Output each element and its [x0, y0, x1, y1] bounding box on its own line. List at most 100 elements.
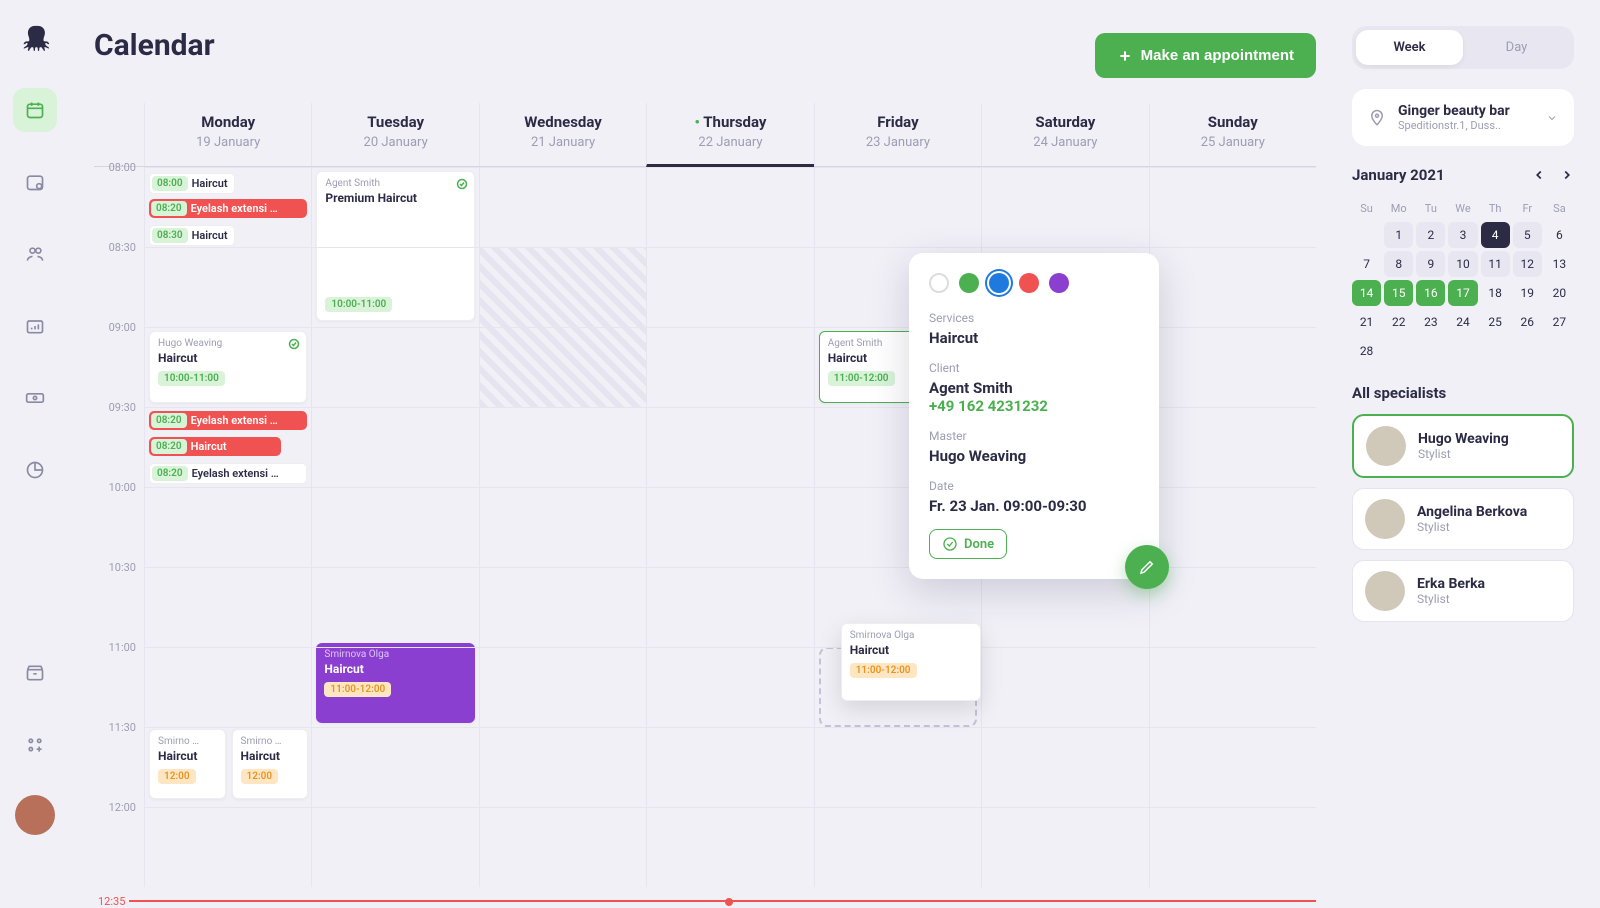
event-card[interactable]: Hugo Weaving Haircut 10:00-11:00	[149, 331, 307, 403]
event-card[interactable]: Agent Smith Premium Haircut 10:00-11:00	[316, 171, 474, 321]
mini-day[interactable]: 8	[1384, 251, 1413, 277]
chevron-right-icon[interactable]	[1560, 168, 1574, 182]
client-phone[interactable]: +49 162 4231232	[929, 397, 1139, 415]
nav-reports[interactable]	[13, 304, 57, 348]
color-green[interactable]	[959, 273, 979, 293]
mini-day[interactable]: 1	[1384, 222, 1413, 248]
mini-day[interactable]: 2	[1416, 222, 1445, 248]
mini-cal-title: January 2021	[1352, 166, 1445, 184]
mini-day[interactable]: 28	[1352, 338, 1381, 364]
event-card-dragging[interactable]: Smirnova Olga Haircut 11:00-12:00	[841, 623, 981, 701]
day-head-3[interactable]: Thursday 22 January	[646, 103, 813, 167]
mini-day[interactable]: 27	[1545, 309, 1574, 335]
user-avatar[interactable]	[15, 795, 55, 835]
nav-appointments[interactable]	[13, 160, 57, 204]
event-chip[interactable]: 08:20Haircut	[149, 437, 281, 456]
day-head-2[interactable]: Wednesday 21 January	[479, 103, 646, 166]
nav-apps[interactable]	[13, 723, 57, 767]
location-card[interactable]: Ginger beauty bar Speditionstr.1, Duss..	[1352, 89, 1574, 146]
day-head-5[interactable]: Saturday 24 January	[981, 103, 1148, 166]
event-card[interactable]: Smirno …Haircut12:00	[232, 729, 309, 799]
mini-day[interactable]: 17	[1448, 280, 1477, 306]
edit-fab[interactable]	[1125, 545, 1169, 589]
mini-day[interactable]: 9	[1416, 251, 1445, 277]
nav-finance[interactable]	[13, 376, 57, 420]
time-label: 11:30	[94, 721, 144, 801]
master-value: Hugo Weaving	[929, 447, 1139, 465]
date-label: Date	[929, 479, 1139, 493]
mini-day[interactable]: 21	[1352, 309, 1381, 335]
make-appointment-button[interactable]: Make an appointment	[1095, 33, 1316, 78]
chevron-left-icon[interactable]	[1532, 168, 1546, 182]
mini-day[interactable]: 7	[1352, 251, 1381, 277]
event-card[interactable]: Smirnova Olga Haircut 11:00-12:00	[316, 643, 474, 723]
event-chip[interactable]: 08:20Eyelash extensi …	[149, 411, 307, 430]
mini-day[interactable]: 6	[1545, 222, 1574, 248]
avatar	[1366, 426, 1406, 466]
nav-archive[interactable]	[13, 651, 57, 695]
event-card[interactable]: Smirno …Haircut12:00	[149, 729, 226, 799]
check-icon	[456, 178, 468, 190]
done-badge: Done	[929, 529, 1007, 559]
now-time-label: 12:35	[94, 895, 129, 908]
avatar	[1365, 499, 1405, 539]
mini-day[interactable]: 19	[1513, 280, 1542, 306]
mini-day[interactable]: 20	[1545, 280, 1574, 306]
specialist-card[interactable]: Angelina BerkovaStylist	[1352, 488, 1574, 550]
mini-day[interactable]: 3	[1448, 222, 1477, 248]
mini-day[interactable]: 10	[1448, 251, 1477, 277]
mini-day[interactable]: 11	[1481, 251, 1510, 277]
avatar	[1365, 571, 1405, 611]
mini-day[interactable]: 25	[1481, 309, 1510, 335]
event-chip[interactable]: 08:20Eyelash extensi …	[149, 463, 307, 484]
nav-analytics[interactable]	[13, 448, 57, 492]
master-label: Master	[929, 429, 1139, 443]
sidebar-nav	[0, 0, 70, 855]
mini-day[interactable]: 12	[1513, 251, 1542, 277]
event-chip[interactable]: 08:00Haircut	[149, 173, 235, 194]
mini-day[interactable]: 15	[1384, 280, 1413, 306]
mini-dow: Fr	[1513, 198, 1542, 219]
client-value: Agent Smith	[929, 379, 1139, 397]
mini-dow: Mo	[1384, 198, 1413, 219]
color-blue[interactable]	[989, 273, 1009, 293]
specialist-card[interactable]: Erka BerkaStylist	[1352, 560, 1574, 622]
mini-day[interactable]: 4	[1481, 222, 1510, 248]
chevron-down-icon	[1546, 112, 1558, 124]
mini-day[interactable]: 24	[1448, 309, 1477, 335]
time-label: 09:00	[94, 321, 144, 401]
date-value: Fr. 23 Jan. 09:00-09:30	[929, 497, 1139, 515]
color-picker	[929, 273, 1139, 293]
color-purple[interactable]	[1049, 273, 1069, 293]
mini-day[interactable]: 16	[1416, 280, 1445, 306]
appointment-popover: Services Haircut Client Agent Smith +49 …	[909, 253, 1159, 579]
specialist-card[interactable]: Hugo WeavingStylist	[1352, 414, 1574, 478]
color-white[interactable]	[929, 273, 949, 293]
event-chip[interactable]: 08:20Eyelash extensi …	[149, 199, 307, 218]
time-label: 08:00	[94, 161, 144, 241]
mini-day[interactable]: 26	[1513, 309, 1542, 335]
day-head-0[interactable]: Monday 19 January	[144, 103, 311, 166]
calendar-grid: Monday 19 January Tuesday 20 January Wed…	[94, 103, 1316, 887]
color-red[interactable]	[1019, 273, 1039, 293]
event-chip[interactable]: 08:30Haircut	[149, 225, 235, 246]
view-day[interactable]: Day	[1463, 30, 1570, 65]
nav-clients[interactable]	[13, 232, 57, 276]
mini-day[interactable]: 13	[1545, 251, 1574, 277]
mini-day[interactable]: 18	[1481, 280, 1510, 306]
time-label: 09:30	[94, 401, 144, 481]
nav-calendar[interactable]	[13, 88, 57, 132]
day-head-6[interactable]: Sunday 25 January	[1149, 103, 1316, 166]
mini-day[interactable]: 22	[1384, 309, 1413, 335]
pencil-icon	[1138, 558, 1156, 576]
mini-day[interactable]: 23	[1416, 309, 1445, 335]
day-head-4[interactable]: Friday 23 January	[814, 103, 981, 166]
mini-dow: Sa	[1545, 198, 1574, 219]
day-head-1[interactable]: Tuesday 20 January	[311, 103, 478, 166]
mini-day[interactable]: 5	[1513, 222, 1542, 248]
time-label: 08:30	[94, 241, 144, 321]
mini-dow: We	[1448, 198, 1477, 219]
check-circle-icon	[942, 536, 958, 552]
mini-day[interactable]: 14	[1352, 280, 1381, 306]
view-week[interactable]: Week	[1356, 30, 1463, 65]
